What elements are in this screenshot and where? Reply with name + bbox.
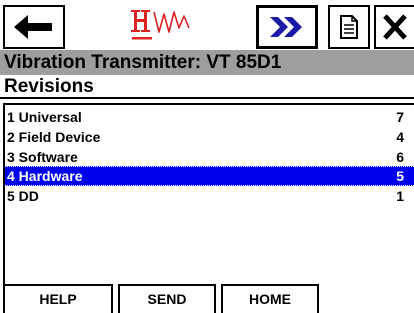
list-item-label: 1 Universal <box>7 109 82 125</box>
list-item-value: 4 <box>396 129 404 145</box>
list-item-software[interactable]: 3 Software 6 <box>5 147 414 167</box>
document-icon <box>340 15 358 39</box>
list-item-dd[interactable]: 5 DD 1 <box>5 186 414 206</box>
list-item-label: 5 DD <box>7 188 39 204</box>
list-item-value: 7 <box>396 109 404 125</box>
close-button[interactable] <box>374 5 414 49</box>
forward-button[interactable] <box>256 5 318 49</box>
document-button[interactable] <box>328 5 370 49</box>
back-button[interactable] <box>3 5 65 49</box>
page-title: Revisions <box>0 75 414 99</box>
list-item-label: 3 Software <box>7 149 78 165</box>
home-button[interactable]: HOME <box>221 284 319 313</box>
list-item-hardware[interactable]: 4 Hardware 5 <box>5 166 414 186</box>
hw-logo <box>128 4 212 46</box>
list-item-value: 1 <box>396 188 404 204</box>
close-x-icon <box>383 14 407 40</box>
list-item-universal[interactable]: 1 Universal 7 <box>5 107 414 127</box>
list-item-field-device[interactable]: 2 Field Device 4 <box>5 127 414 147</box>
bottom-bar: HELP SEND HOME <box>0 284 414 313</box>
list-item-label: 4 Hardware <box>7 168 83 184</box>
hw-logo-icon <box>131 10 190 40</box>
send-button[interactable]: SEND <box>118 284 216 313</box>
list-item-label: 2 Field Device <box>7 129 101 145</box>
toolbar <box>0 0 414 50</box>
double-chevron-right-icon <box>270 17 302 37</box>
revisions-list[interactable]: 1 Universal 7 2 Field Device 4 3 Softwar… <box>3 103 414 284</box>
list-item-value: 6 <box>396 149 404 165</box>
list-item-value: 5 <box>396 168 404 184</box>
help-button[interactable]: HELP <box>3 284 113 313</box>
left-arrow-icon <box>14 15 52 39</box>
device-title: Vibration Transmitter: VT 85D1 <box>0 50 414 75</box>
device-screen: Vibration Transmitter: VT 85D1 Revisions… <box>0 0 414 313</box>
